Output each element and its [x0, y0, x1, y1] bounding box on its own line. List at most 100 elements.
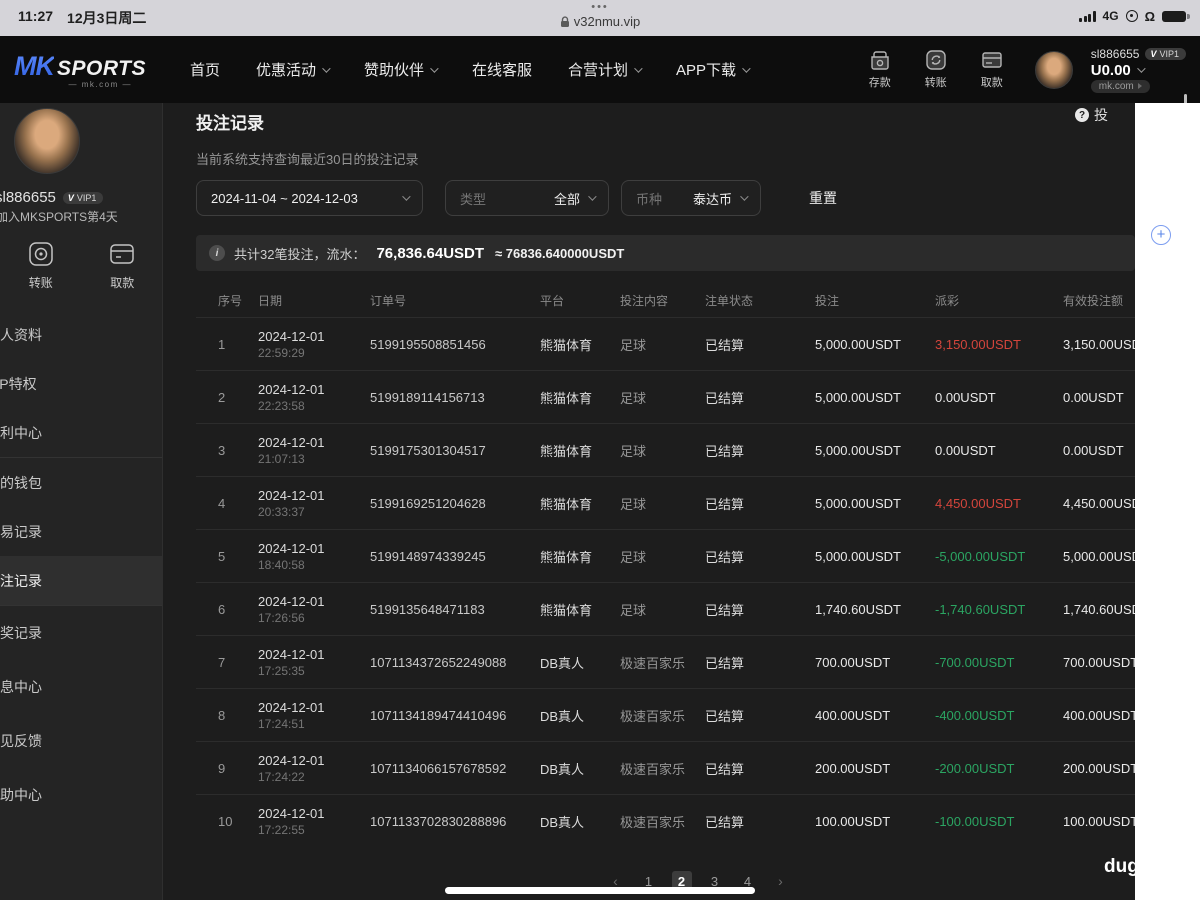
tab-overview-dots[interactable]: •••	[0, 2, 1200, 13]
table-row[interactable]: 9 2024-12-01 17:24:22 1071134066157678592 DB…	[196, 741, 1200, 794]
withdraw-button[interactable]: 取款	[973, 49, 1011, 90]
nav-item-首页[interactable]: 首页	[190, 59, 220, 80]
cell-bet-amount: 400.00USDT	[815, 707, 891, 723]
sidebar-item-意见反馈[interactable]: 意见反馈	[0, 714, 162, 768]
nav-item-label: APP下载	[676, 62, 737, 79]
transfer-icon	[926, 50, 946, 70]
table-row[interactable]: 4 2024-12-01 20:33:37 5199169251204628 熊猫体育足…	[196, 476, 1200, 529]
cell-order-number: 1071134066157678592	[370, 760, 507, 776]
logo-domain-text: — mk.com —	[68, 79, 132, 89]
nav-item-赞助伙伴[interactable]: 赞助伙伴	[364, 59, 439, 80]
sidebar-item-label: 个人资料	[0, 326, 42, 343]
sidebar-item-VIP特权[interactable]: VIP特权	[0, 359, 162, 408]
sidebar-item-label: 福利中心	[0, 424, 42, 441]
reset-button[interactable]: 重置	[809, 188, 837, 208]
cell-order-number: 1071134372652249088	[370, 654, 507, 670]
cell-no: 8	[218, 707, 226, 723]
nav-item-APP下载[interactable]: APP下载	[676, 59, 751, 80]
sidebar-item-个人资料[interactable]: 个人资料	[0, 310, 162, 359]
user-avatar[interactable]	[1034, 50, 1073, 89]
cell-status: 已结算	[705, 655, 745, 671]
cell-order-number: 5199189114156713	[370, 389, 485, 405]
right-white-panel: +	[1135, 103, 1200, 900]
sidebar-item-投注记录[interactable]: 投注记录	[0, 556, 162, 605]
deposit-label: 存款	[868, 77, 891, 89]
watermark-text: dug	[1104, 856, 1139, 877]
signal-icon	[1079, 10, 1096, 22]
cell-no: 3	[218, 442, 226, 458]
cell-date-value: 2024-12-01	[258, 540, 325, 556]
joined-days-text: 加入MKSPORTS第4天	[0, 210, 118, 224]
cell-no: 6	[218, 601, 226, 617]
date-range-value: 2024-11-04 ~ 2024-12-03	[211, 190, 358, 206]
table-row[interactable]: 5 2024-12-01 18:40:58 5199148974339245 熊猫体育足…	[196, 529, 1200, 582]
sidebar-item-我的钱包[interactable]: 我的钱包	[0, 458, 162, 507]
sidebar-item-福利中心[interactable]: 福利中心	[0, 408, 162, 457]
chevron-down-icon	[430, 63, 439, 73]
site-arrow-icon	[1137, 83, 1142, 89]
sidebar-menu-group: 中奖记录消息中心意见反馈帮助中心	[0, 606, 162, 822]
table-row[interactable]: 2 2024-12-01 22:23:58 5199189114156713 熊猫体育足…	[196, 370, 1200, 423]
currency-value: 泰达币	[692, 191, 732, 207]
chevron-down-icon	[1136, 64, 1146, 73]
cell-date-value: 2024-12-01	[258, 328, 325, 344]
sidebar-transfer-button[interactable]: 转账	[27, 240, 55, 291]
transfer-button[interactable]: 转账	[917, 49, 955, 90]
balance-dropdown[interactable]: U0.00	[1091, 62, 1186, 79]
nav-item-合营计划[interactable]: 合营计划	[568, 59, 643, 80]
bet-records-panel: 投注记录 ? 投 当前系统支持查询最近30日的投注记录 2024-11-04 ~…	[163, 103, 1200, 900]
cell-platform: 熊猫体育	[540, 549, 593, 565]
cell-bet-content: 足球	[620, 337, 647, 353]
sidebar-item-交易记录[interactable]: 交易记录	[0, 507, 162, 556]
sidebar-item-label: 我的钱包	[0, 474, 42, 491]
page-title: 投注记录	[196, 114, 264, 133]
sidebar-avatar[interactable]	[14, 108, 80, 174]
cell-date: 2024-12-01 22:23:58	[258, 382, 370, 413]
sidebar-withdraw-button[interactable]: 取款	[108, 240, 136, 291]
transfer-label: 转账	[924, 77, 947, 89]
cell-no: 4	[218, 495, 226, 511]
table-row[interactable]: 10 2024-12-01 17:22:55 1071133702830288896 D…	[196, 794, 1200, 847]
site-pill[interactable]: mk.com	[1090, 79, 1150, 93]
address-bar[interactable]: v32nmu.vip	[560, 14, 640, 29]
cell-no: 2	[218, 389, 226, 405]
table-row[interactable]: 8 2024-12-01 17:24:51 1071134189474410496 DB…	[196, 688, 1200, 741]
cell-time-value: 17:24:51	[258, 716, 305, 731]
deposit-button[interactable]: 存款	[861, 49, 899, 90]
help-icon[interactable]: ?	[1075, 108, 1089, 122]
chevron-down-icon	[742, 63, 751, 73]
table-row[interactable]: 7 2024-12-01 17:25:35 1071134372652249088 DB…	[196, 635, 1200, 688]
sidebar-username: sl886655	[0, 189, 56, 206]
date-range-select[interactable]: 2024-11-04 ~ 2024-12-03	[196, 180, 423, 216]
cell-time-value: 17:24:22	[258, 769, 305, 784]
nav-item-在线客服[interactable]: 在线客服	[472, 59, 532, 80]
table-body: 1 2024-12-01 22:59:29 5199195508851456 熊猫体育足…	[196, 317, 1200, 847]
home-indicator[interactable]	[445, 887, 755, 894]
table-row[interactable]: 1 2024-12-01 22:59:29 5199195508851456 熊猫体育足…	[196, 317, 1200, 370]
chevron-down-icon	[322, 63, 331, 73]
column-header: 投注	[815, 293, 840, 308]
sidebar-item-label: 意见反馈	[0, 733, 42, 749]
cell-platform: DB真人	[540, 814, 585, 830]
add-floating-button[interactable]: +	[1151, 225, 1171, 245]
sidebar-item-消息中心[interactable]: 消息中心	[0, 660, 162, 714]
battery-icon	[1162, 10, 1190, 22]
cell-bet-amount: 100.00USDT	[815, 813, 891, 829]
sidebar-menu-group: 我的钱包交易记录投注记录	[0, 458, 162, 605]
table-row[interactable]: 3 2024-12-01 21:07:13 5199175301304517 熊猫体育足…	[196, 423, 1200, 476]
nav-item-优惠活动[interactable]: 优惠活动	[256, 59, 331, 80]
cell-date-value: 2024-12-01	[258, 593, 325, 609]
currency-select[interactable]: 币种 泰达币	[621, 180, 761, 216]
cell-order-number: 1071134189474410496	[370, 707, 507, 723]
cell-date-value: 2024-12-01	[258, 752, 325, 768]
sidebar-item-中奖记录[interactable]: 中奖记录	[0, 606, 162, 660]
sidebar-item-帮助中心[interactable]: 帮助中心	[0, 768, 162, 822]
next-page-button[interactable]: ›	[771, 871, 791, 891]
nav-item-label: 赞助伙伴	[364, 62, 425, 79]
table-row[interactable]: 6 2024-12-01 17:26:56 5199135648471183 熊猫体育足…	[196, 582, 1200, 635]
cell-bet-content: 极速百家乐	[620, 655, 686, 671]
mk-sports-logo[interactable]: MK SPORTS — mk.com —	[14, 51, 146, 89]
main-menu: 首页 优惠活动 赞助伙伴 在线客服 合营计划 APP下载	[190, 59, 751, 80]
type-select[interactable]: 类型 全部	[445, 180, 609, 216]
cell-order-number: 1071133702830288896	[370, 813, 507, 829]
